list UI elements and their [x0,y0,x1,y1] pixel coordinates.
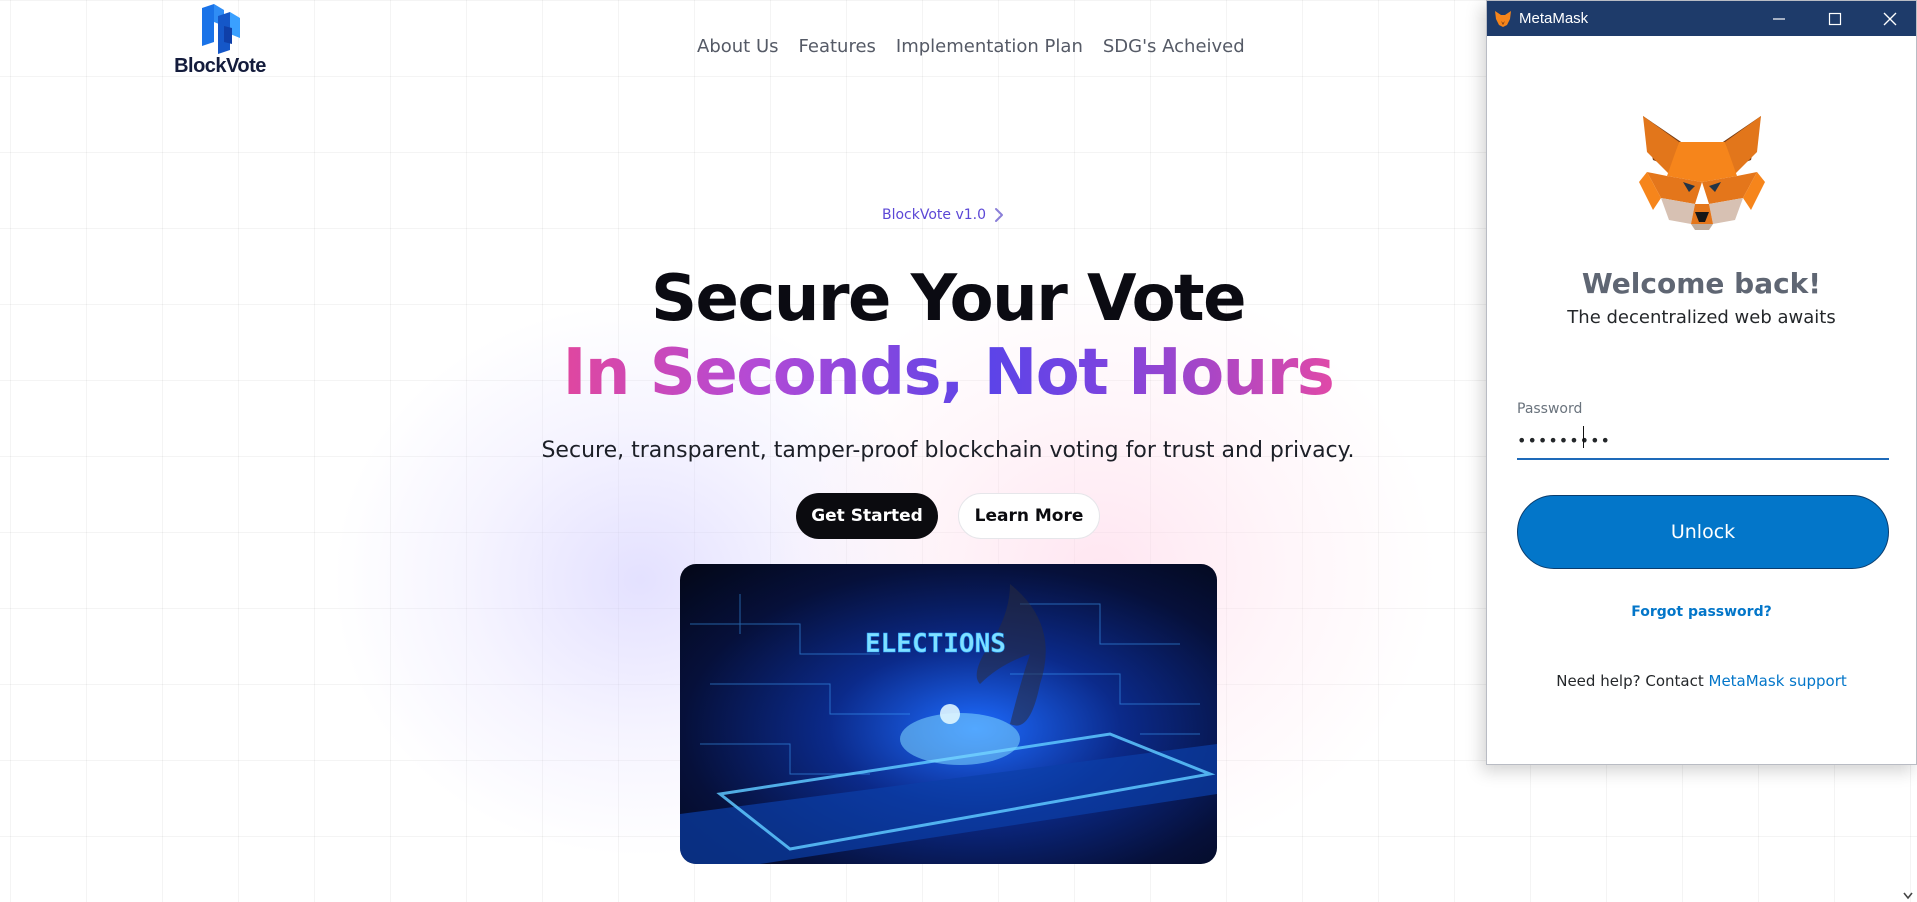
site-logo[interactable]: BlockVote [165,4,275,88]
blockvote-logo-icon [202,4,240,54]
metamask-fox-logo-icon [1639,116,1765,230]
version-label: BlockVote v1.0 [882,207,987,223]
headline-gradient-text: In Seconds, Not Hours [562,336,1335,410]
nav-features[interactable]: Features [799,36,876,57]
hero-image: ELECTIONS [680,564,1217,864]
nav-sdgs-achieved[interactable]: SDG's Acheived [1103,36,1245,57]
metamask-support-link[interactable]: MetaMask support [1709,672,1847,690]
get-started-button[interactable]: Get Started [796,493,938,539]
help-text: Need help? Contact MetaMask support [1487,672,1916,690]
password-label: Password [1517,401,1583,417]
version-badge[interactable]: BlockVote v1.0 [882,207,1004,223]
metamask-fox-icon [1493,9,1513,29]
unlock-button[interactable]: Unlock [1517,495,1889,569]
minimize-button[interactable] [1751,1,1807,36]
main-nav: About Us Features Implementation Plan SD… [697,36,1245,57]
text-caret [1583,426,1584,448]
password-input[interactable] [1517,422,1889,460]
maximize-button[interactable] [1807,1,1863,36]
close-button[interactable] [1862,1,1917,36]
welcome-heading: Welcome back! [1581,267,1822,300]
nav-implementation-plan[interactable]: Implementation Plan [896,36,1083,57]
close-icon [1883,12,1897,25]
metamask-body: Welcome back! The decentralized web awai… [1487,36,1916,766]
hero-elections-text: ELECTIONS [865,629,1006,659]
nav-about-us[interactable]: About Us [697,36,779,57]
logo-text: BlockVote [174,55,266,77]
minimize-icon [1773,17,1785,20]
elections-illustration: ELECTIONS [680,584,1217,864]
maximize-icon [1828,12,1842,25]
scroll-down-icon[interactable] [1901,890,1915,902]
chevron-right-icon [995,208,1004,222]
learn-more-button[interactable]: Learn More [958,493,1100,539]
tagline: The decentralized web awaits [1567,307,1836,328]
help-label: Need help? Contact [1556,672,1704,690]
metamask-window-title: MetaMask [1519,10,1589,27]
forgot-password-link[interactable]: Forgot password? [1487,604,1916,620]
metamask-window: MetaMask Welcome back! The decentralized… [1486,0,1917,765]
metamask-titlebar[interactable]: MetaMask [1487,1,1916,36]
